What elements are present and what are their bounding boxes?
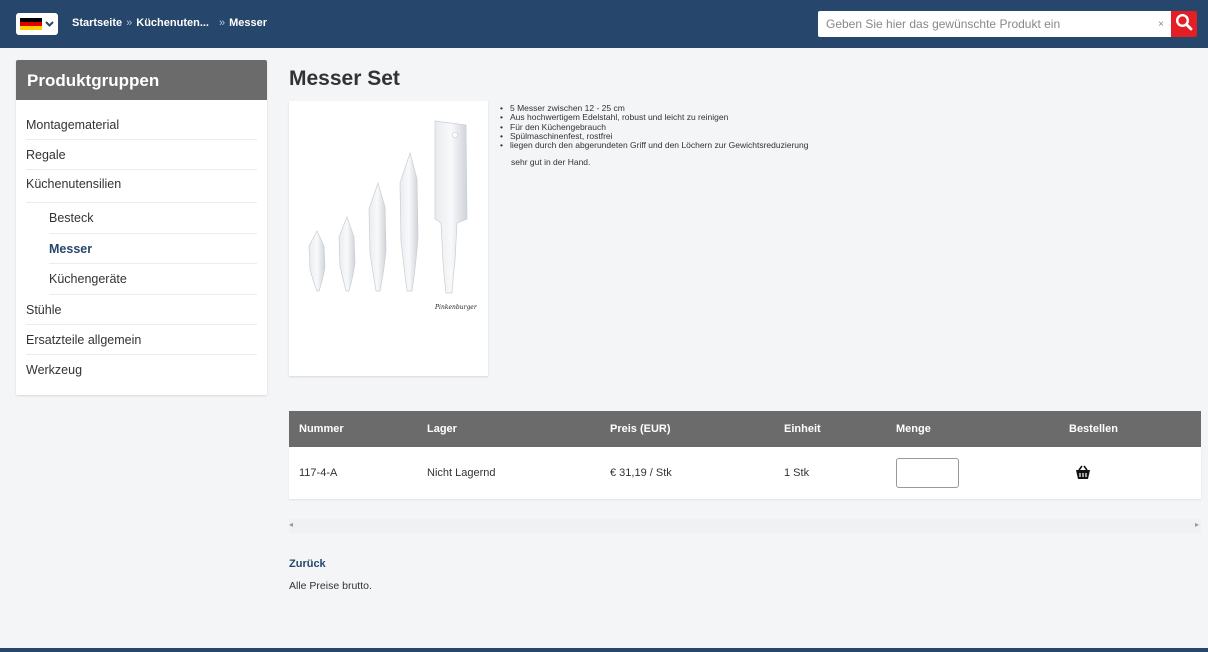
german-flag-icon — [20, 17, 42, 31]
sidebar-item-kuechenutensilien[interactable]: Küchenutensilien — [26, 170, 257, 203]
cell-lager: Nicht Lagernd — [427, 467, 496, 479]
sidebar-item-ersatzteile[interactable]: Ersatzteile allgemein — [26, 325, 257, 355]
table-row: 117-4-A Nicht Lagernd € 31,19 / Stk 1 St… — [289, 447, 1201, 499]
sidebar-item-kuechengeraete[interactable]: Küchengeräte — [49, 264, 257, 295]
cell-menge — [896, 447, 959, 499]
breadcrumb-current[interactable]: Messer — [229, 17, 267, 29]
column-header-preis: Preis (EUR) — [610, 423, 671, 435]
footer-bar — [0, 648, 1208, 652]
scroll-right-arrow-icon[interactable]: ▸ — [1195, 520, 1199, 529]
clear-icon[interactable]: × — [1151, 19, 1171, 30]
cell-einheit: 1 Stk — [784, 467, 810, 479]
scroll-left-arrow-icon[interactable]: ◂ — [289, 520, 293, 529]
cell-nummer: 117-4-A — [299, 467, 338, 479]
feature-list: 5 Messer zwischen 12 - 25 cm Aus hochwer… — [498, 103, 808, 151]
chevron-down-icon — [45, 19, 54, 29]
sidebar-item-stuehle[interactable]: Stühle — [26, 295, 257, 325]
quantity-input[interactable] — [896, 458, 959, 488]
price-note: Alle Preise brutto. — [289, 580, 372, 592]
breadcrumb: Startseite » Küchenuten... » Messer — [72, 17, 267, 29]
table-header: Nummer Lager Preis (EUR) Einheit Menge B… — [289, 411, 1201, 447]
sidebar-title: Produktgruppen — [16, 60, 267, 100]
breadcrumb-category[interactable]: Küchenuten... — [136, 17, 209, 29]
knife-set-image: Pinkenburger — [308, 120, 478, 311]
search-input[interactable] — [818, 12, 1151, 36]
sidebar-item-messer[interactable]: Messer — [49, 234, 257, 264]
breadcrumb-home[interactable]: Startseite — [72, 17, 122, 29]
product-image[interactable]: Pinkenburger — [289, 101, 488, 376]
page-title: Messer Set — [289, 67, 400, 90]
product-description: 5 Messer zwischen 12 - 25 cm Aus hochwer… — [498, 103, 808, 168]
search-icon — [1175, 13, 1193, 36]
sidebar-nav: Montagematerial Regale Küchenutensilien … — [16, 100, 267, 385]
language-selector[interactable] — [16, 13, 58, 35]
order-table: Nummer Lager Preis (EUR) Einheit Menge B… — [289, 411, 1201, 499]
sidebar-item-montagematerial[interactable]: Montagematerial — [26, 110, 257, 140]
search-button[interactable] — [1171, 11, 1197, 37]
brand-signature: Pinkenburger — [434, 304, 478, 311]
product-groups-panel: Produktgruppen Montagematerial Regale Kü… — [16, 60, 267, 395]
breadcrumb-separator: » — [219, 17, 226, 29]
horizontal-scrollbar[interactable]: ◂ ▸ — [289, 519, 1201, 533]
feature-extra-text: sehr gut in der Hand. — [511, 157, 591, 168]
top-bar: Startseite » Küchenuten... » Messer × — [0, 0, 1208, 48]
sidebar-item-besteck[interactable]: Besteck — [49, 203, 257, 234]
breadcrumb-separator: » — [126, 17, 133, 29]
back-link[interactable]: Zurück — [289, 558, 326, 570]
column-header-nummer: Nummer — [299, 423, 344, 435]
feature-item: liegen durch den abgerundeten Griff und … — [498, 140, 808, 150]
column-header-lager: Lager — [427, 423, 457, 435]
column-header-einheit: Einheit — [784, 423, 821, 435]
basket-icon — [1075, 447, 1091, 499]
cell-preis: € 31,19 / Stk — [610, 467, 672, 479]
column-header-bestellen: Bestellen — [1069, 423, 1118, 435]
sidebar-item-werkzeug[interactable]: Werkzeug — [26, 355, 257, 385]
sidebar-item-regale[interactable]: Regale — [26, 140, 257, 170]
search-box: × — [818, 11, 1171, 37]
column-header-menge: Menge — [896, 423, 931, 435]
